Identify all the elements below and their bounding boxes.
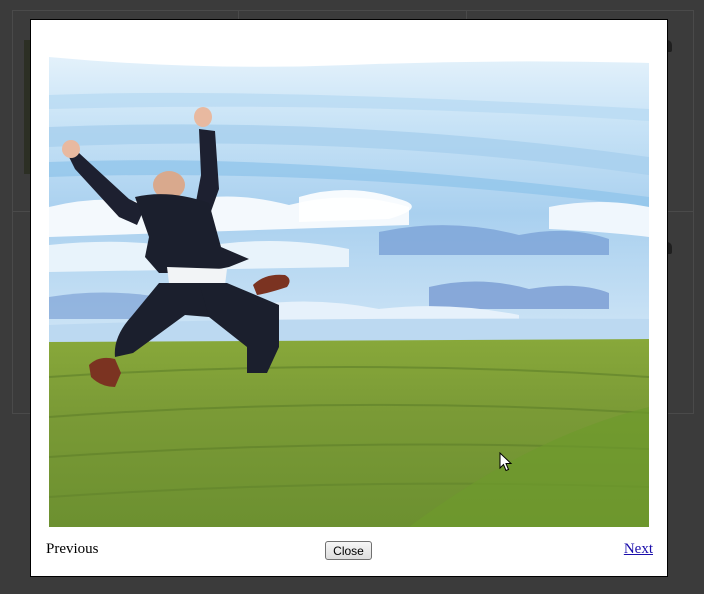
lightbox-image	[49, 57, 649, 527]
mouse-pointer-icon	[499, 452, 513, 472]
close-button[interactable]: Close	[325, 541, 372, 560]
previous-button[interactable]: Previous	[46, 541, 99, 558]
lightbox-modal: Previous Close Next	[30, 19, 668, 577]
next-link[interactable]: Next	[624, 541, 653, 558]
